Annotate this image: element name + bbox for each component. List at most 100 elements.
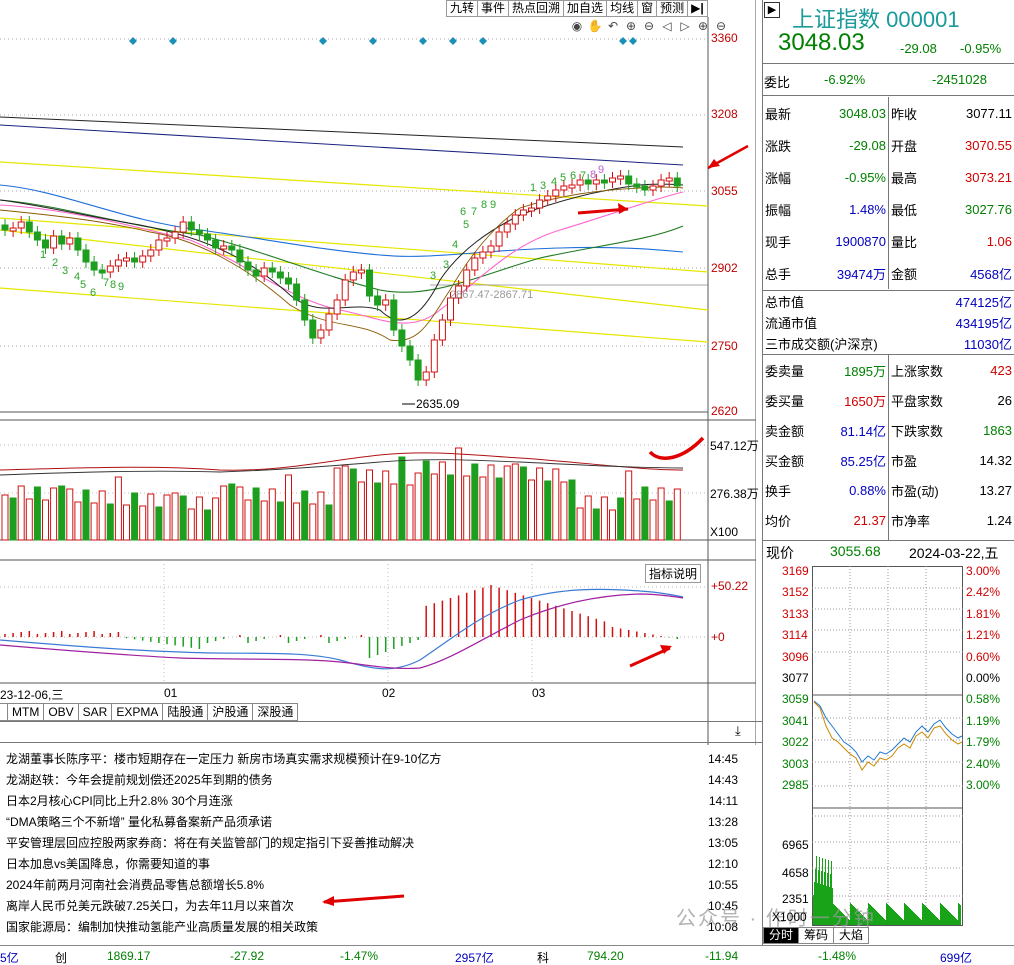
tab-sar[interactable]: SAR — [78, 703, 113, 721]
tab-shengutong[interactable]: 深股通 — [253, 703, 299, 721]
candle — [301, 299, 309, 321]
intraday-price-tick: 3041 — [782, 713, 809, 728]
volume-bar — [82, 489, 90, 541]
candle — [414, 359, 422, 381]
volume-bar — [139, 505, 147, 541]
quote-cell: 量比 1.06 — [888, 225, 1014, 257]
volume-bar — [382, 470, 390, 541]
intraday-volume-bar — [960, 905, 961, 925]
tab-scroll-left[interactable] — [0, 703, 8, 721]
svg-text:6: 6 — [460, 206, 466, 218]
svg-text:5: 5 — [80, 279, 86, 291]
volume-bar — [357, 481, 365, 541]
candle — [568, 184, 576, 189]
news-item[interactable]: “DMA策略三个不新增” 量化私募备案新产品须承诺 13:28 — [0, 811, 756, 832]
price-change: -29.08 — [900, 41, 937, 56]
quote-value: 1863 — [983, 422, 1012, 438]
quote-cell: 最高 3073.21 — [888, 161, 1014, 193]
status-chinext-pct: -1.47% — [340, 949, 379, 963]
volume-bar — [398, 456, 406, 541]
tab-expma[interactable]: EXPMA — [112, 703, 164, 721]
price-pct: -0.95% — [960, 41, 1002, 56]
volume-bar — [220, 485, 228, 541]
status-chinext-label[interactable]: 创 — [55, 949, 67, 965]
quote-label: 市净率 — [891, 513, 931, 529]
intraday-pct-tick: 3.00% — [966, 564, 1001, 578]
volume-bar — [471, 463, 479, 541]
quote-label: 开盘 — [891, 138, 918, 154]
volume-bar — [252, 487, 260, 541]
quote-value: 1650万 — [844, 393, 886, 409]
candle — [131, 257, 139, 263]
volume-bar — [568, 479, 576, 541]
volume-bar — [447, 474, 454, 541]
intraday-volume-bar — [916, 915, 917, 925]
quote-value: 1.06 — [986, 233, 1012, 249]
intraday-volume-bar — [946, 909, 947, 925]
quote-label: 涨幅 — [765, 170, 792, 186]
status-chinext-amount: 2957亿 — [455, 951, 494, 965]
candle — [228, 245, 236, 251]
volume-bar — [276, 501, 284, 541]
market-rows: 总市值 474125亿 流通市值 434195亿 三市成交额(沪深京) 11030亿 — [762, 291, 1014, 354]
intraday-volume-bar — [913, 912, 914, 925]
intraday-volume-bar — [882, 917, 883, 925]
macd-tick: +50.22 — [711, 579, 749, 593]
quote-label: 买金额 — [765, 453, 805, 469]
volume-bar — [90, 502, 98, 541]
news-arrow — [322, 894, 405, 906]
download-icon[interactable]: ⤓ — [735, 723, 741, 739]
menu-icon[interactable]: ▶ — [764, 2, 780, 18]
intraday-volume-bar — [893, 910, 894, 925]
intraday-price-tick: 3059 — [782, 692, 809, 707]
news-item[interactable]: 龙湖董事长陈序平：楼市短期存在一定压力 新房市场真实需求规模预计在9-10亿方 1… — [0, 748, 756, 769]
macd-bars — [4, 585, 679, 658]
quote-label: 量比 — [891, 234, 918, 250]
intraday-volume-bar — [920, 919, 921, 925]
price-tick: 3360 — [711, 31, 738, 45]
news-item[interactable]: 龙湖赵轶：今年会提前规划偿还2025年到期的债务 14:43 — [0, 769, 756, 790]
quote-cell: 昨收 3077.11 — [888, 97, 1014, 129]
candle — [220, 245, 228, 250]
intraday-pct-tick: 2.42% — [966, 585, 1001, 600]
intraday-volume-bar — [896, 913, 897, 925]
status-star-label[interactable]: 科 — [537, 949, 549, 965]
news-item[interactable]: 日本加息vs美国降息，你需要知道的事 12:10 — [0, 853, 756, 874]
news-item[interactable]: 国家能源局：编制加快推动氢能产业高质量发展的相关政策 10:08 — [0, 916, 756, 937]
intraday-volume-bar — [933, 914, 934, 925]
quote-cell: 金额 4568亿 — [888, 257, 1014, 289]
candle — [309, 319, 317, 339]
intraday-volume-bar — [955, 918, 956, 925]
quote-cell: 买金额 85.25亿 — [762, 445, 888, 475]
intraday-volume-bar — [959, 904, 960, 925]
quote-label: 最低 — [891, 202, 918, 218]
intraday-pct-tick: 0.60% — [966, 649, 1001, 664]
candle — [204, 233, 211, 241]
tab-mtm[interactable]: MTM — [8, 703, 45, 721]
svg-text:3: 3 — [443, 259, 449, 271]
volume-bar — [544, 480, 552, 541]
intraday-volume-bar — [907, 906, 908, 925]
kline-chart[interactable]: 123 456 789 334 56 7 89 134 567 89 2867.4… — [0, 0, 756, 745]
volume-bar — [657, 487, 665, 541]
candle — [519, 209, 527, 216]
quote-cell: 开盘 3070.55 — [888, 129, 1014, 161]
news-item[interactable]: 平安管理层回应控股两家券商：将在有关监管部门的规定指引下妥善推动解决 13:05 — [0, 832, 756, 853]
quote-cell: 最新 3048.03 — [762, 97, 888, 129]
tab-lugutong[interactable]: 陆股通 — [163, 703, 209, 721]
candle — [163, 237, 171, 242]
tab-hugutong[interactable]: 沪股通 — [208, 703, 254, 721]
intraday-pct-tick: 1.81% — [966, 606, 1001, 621]
date-first: 23-12-06,三 — [0, 688, 64, 702]
news-item[interactable]: 日本2月核心CPI同比上升2.8% 30个月连涨 14:11 — [0, 790, 756, 811]
intraday-pct-tick: 0.00% — [966, 671, 1001, 685]
candle — [398, 329, 406, 347]
svg-text:3: 3 — [430, 270, 436, 282]
status-star-price: 794.20 — [587, 949, 624, 963]
candle — [25, 221, 33, 233]
indicator-help-button[interactable]: 指标说明 — [645, 564, 702, 583]
intraday-chart[interactable] — [812, 566, 964, 926]
tab-obv[interactable]: OBV — [44, 703, 79, 721]
volume-bar — [390, 483, 398, 541]
status-amount: 5亿 — [0, 951, 19, 965]
